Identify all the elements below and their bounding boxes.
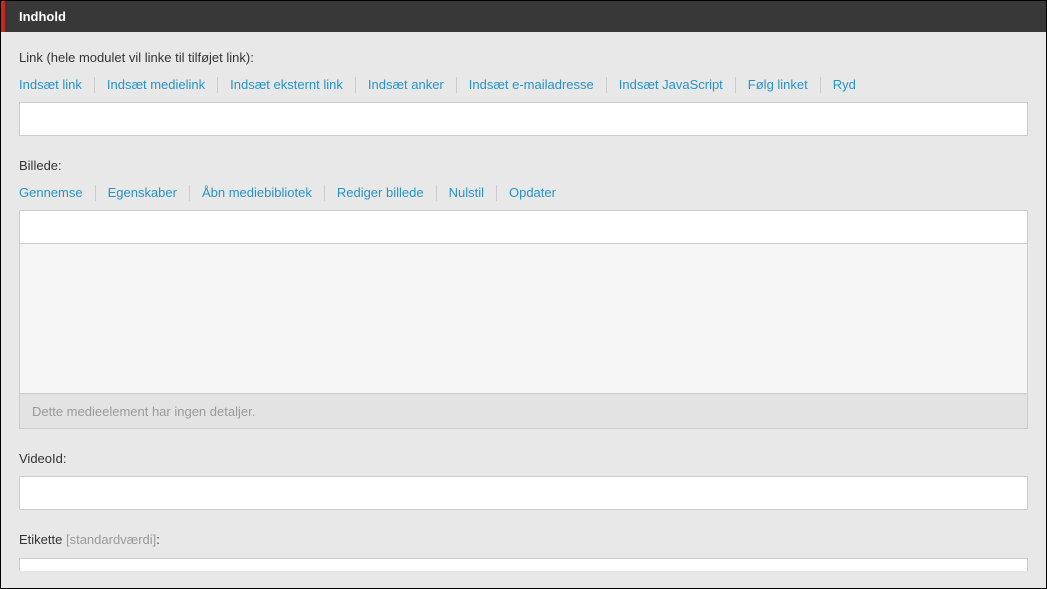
insert-anchor-button[interactable]: Indsæt anker: [368, 75, 444, 94]
image-preview-area: [19, 244, 1028, 394]
insert-medialink-button[interactable]: Indsæt medielink: [107, 75, 205, 94]
link-toolbar: Indsæt link Indsæt medielink Indsæt ekst…: [19, 75, 1028, 94]
separator: [606, 77, 607, 93]
image-section: Billede: Gennemse Egenskaber Åbn mediebi…: [19, 158, 1028, 429]
separator: [820, 77, 821, 93]
open-media-library-button[interactable]: Åbn mediebibliotek: [202, 183, 312, 202]
link-input[interactable]: [19, 102, 1028, 136]
insert-link-button[interactable]: Indsæt link: [19, 75, 82, 94]
link-label: Link (hele modulet vil linke til tilføje…: [19, 50, 1028, 65]
update-image-button[interactable]: Opdater: [509, 183, 556, 202]
separator: [496, 185, 497, 201]
separator: [324, 185, 325, 201]
separator: [456, 77, 457, 93]
separator: [735, 77, 736, 93]
image-details-bar: Dette medieelement har ingen detaljer.: [19, 394, 1028, 429]
image-details-text: Dette medieelement har ingen detaljer.: [32, 404, 255, 419]
video-section: VideoId:: [19, 451, 1028, 510]
etikette-input[interactable]: [19, 558, 1028, 571]
separator: [355, 77, 356, 93]
insert-javascript-button[interactable]: Indsæt JavaScript: [619, 75, 723, 94]
image-toolbar: Gennemse Egenskaber Åbn mediebibliotek R…: [19, 183, 1028, 202]
clear-link-button[interactable]: Ryd: [833, 75, 856, 94]
panel-header: Indhold: [1, 1, 1046, 32]
browse-button[interactable]: Gennemse: [19, 183, 83, 202]
etikette-section: Etikette [standardværdi]:: [19, 532, 1028, 572]
follow-link-button[interactable]: Følg linket: [748, 75, 808, 94]
separator: [95, 185, 96, 201]
reset-image-button[interactable]: Nulstil: [449, 183, 484, 202]
panel-content: Link (hele modulet vil linke til tilføje…: [1, 32, 1046, 572]
separator: [436, 185, 437, 201]
separator: [217, 77, 218, 93]
etikette-label-text: Etikette: [19, 532, 66, 547]
etikette-label: Etikette [standardværdi]:: [19, 532, 1028, 547]
insert-external-link-button[interactable]: Indsæt eksternt link: [230, 75, 343, 94]
image-label: Billede:: [19, 158, 1028, 173]
video-label: VideoId:: [19, 451, 1028, 466]
separator: [189, 185, 190, 201]
separator: [94, 77, 95, 93]
video-id-input[interactable]: [19, 476, 1028, 510]
image-path-input[interactable]: [19, 210, 1028, 244]
panel-title: Indhold: [19, 9, 66, 24]
properties-button[interactable]: Egenskaber: [108, 183, 177, 202]
panel-container: Indhold Link (hele modulet vil linke til…: [0, 0, 1047, 589]
etikette-hint: [standardværdi]: [66, 532, 156, 547]
etikette-colon: :: [156, 532, 160, 547]
insert-email-button[interactable]: Indsæt e-mailadresse: [469, 75, 594, 94]
link-section: Link (hele modulet vil linke til tilføje…: [19, 50, 1028, 136]
edit-image-button[interactable]: Rediger billede: [337, 183, 424, 202]
